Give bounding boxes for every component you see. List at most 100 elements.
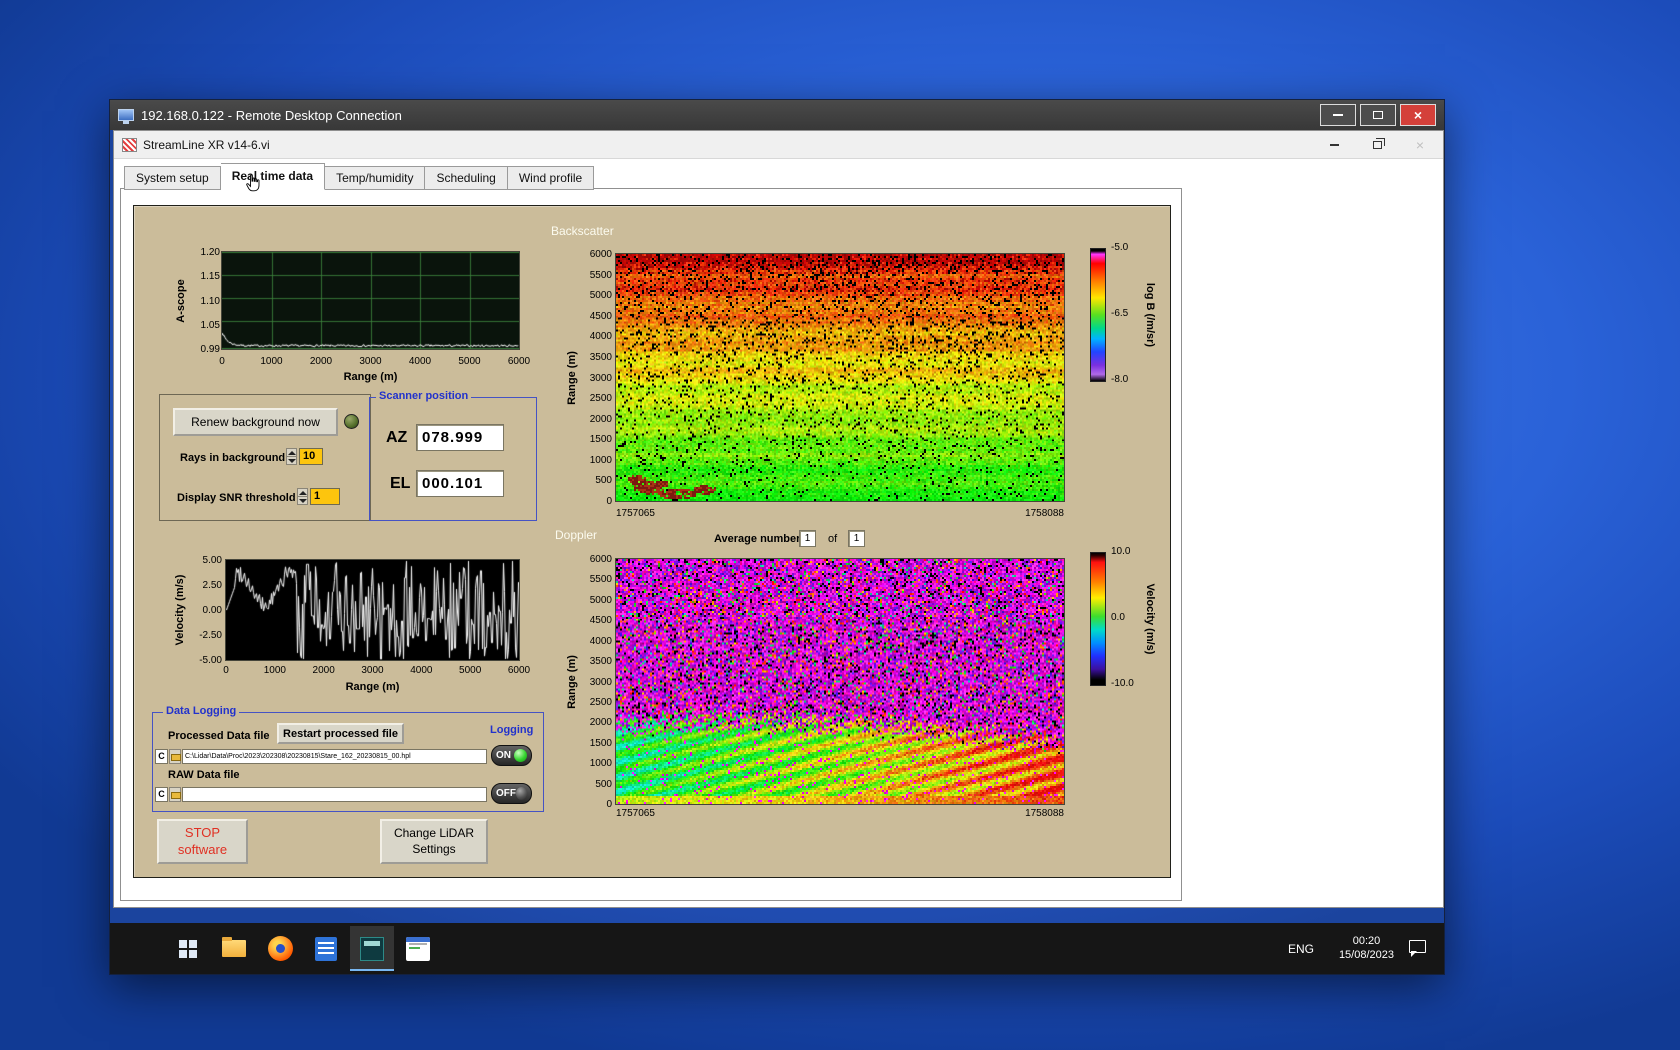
processed-logging-toggle[interactable]: ON — [491, 745, 532, 766]
stop-software-button[interactable]: STOP software — [157, 819, 248, 864]
tick-label: 5500 — [590, 574, 612, 585]
tick-label: 2.50 — [203, 580, 222, 591]
taskbar-file-explorer[interactable] — [212, 926, 256, 971]
colorbar-tick: -8.0 — [1111, 374, 1128, 385]
backscatter-heatmap — [616, 254, 1064, 501]
raw-browse-icon[interactable] — [169, 787, 181, 802]
ascope-x-axis-label: Range (m) — [222, 371, 519, 383]
taskbar-scan-scheduler[interactable] — [396, 926, 440, 971]
notes-app-icon — [315, 937, 337, 961]
toggle-off-label: OFF — [496, 788, 516, 799]
processed-browse-icon[interactable] — [169, 749, 181, 764]
tick-label: 5500 — [590, 270, 612, 281]
vi-icon — [122, 138, 137, 152]
tick-label: 6000 — [590, 249, 612, 260]
tick-label: 1000 — [260, 356, 282, 367]
processed-drive-selector[interactable]: C — [155, 749, 168, 764]
tab-real-time-data[interactable]: Real time data — [221, 163, 325, 190]
app-titlebar: StreamLine XR v14-6.vi × — [114, 131, 1443, 159]
snr-threshold-field[interactable]: 1 — [310, 488, 340, 505]
app-restore-button[interactable] — [1362, 135, 1392, 155]
operate-tool-cursor-icon — [246, 174, 261, 193]
processed-data-file-path[interactable]: C:\Lidar\Data\Proc\2023\202308\20230815\… — [182, 749, 487, 764]
rays-in-background-field[interactable]: 10 — [299, 448, 323, 465]
backscatter-x-end: 1758088 — [964, 508, 1064, 519]
start-button[interactable] — [166, 926, 210, 971]
tab-system-setup[interactable]: System setup — [124, 166, 221, 190]
of-label: of — [828, 533, 837, 545]
tab-scheduling[interactable]: Scheduling — [425, 166, 507, 190]
background-led-indicator — [344, 414, 359, 429]
velocity-x-axis-label: Range (m) — [226, 681, 519, 693]
firefox-icon — [268, 936, 293, 961]
colorbar-tick: -5.0 — [1111, 242, 1128, 253]
scanner-position-title: Scanner position — [376, 390, 471, 402]
tick-label: 0 — [606, 799, 612, 810]
taskbar-streamline-app[interactable] — [350, 926, 394, 971]
doppler-title: Doppler — [555, 528, 597, 542]
tick-label: 5.00 — [203, 555, 222, 566]
clock-date: 15/08/2023 — [1339, 949, 1394, 963]
minimize-icon — [1333, 114, 1343, 116]
logging-label: Logging — [487, 724, 536, 736]
app-close-button[interactable]: × — [1405, 135, 1435, 155]
raw-data-file-path[interactable] — [182, 787, 487, 802]
tick-label: 3500 — [590, 352, 612, 363]
tick-label: 1.05 — [201, 320, 220, 331]
tick-label: 3000 — [590, 373, 612, 384]
backscatter-title: Backscatter — [551, 224, 614, 238]
tick-label: 2500 — [590, 393, 612, 404]
toggle-on-label: ON — [496, 750, 511, 761]
logging-off-led — [516, 787, 527, 800]
tick-label: 1.15 — [201, 271, 220, 282]
app-minimize-button[interactable] — [1319, 135, 1349, 155]
tick-label: 500 — [595, 475, 612, 486]
taskbar-clock[interactable]: 00:20 15/08/2023 — [1339, 923, 1394, 974]
tick-label: 5000 — [590, 595, 612, 606]
change-lidar-settings-button[interactable]: Change LiDAR Settings — [380, 819, 488, 864]
ascope-plot — [222, 252, 519, 349]
action-center-icon[interactable] — [1409, 940, 1426, 953]
stop-button-line1: STOP — [185, 825, 220, 842]
taskbar-notes-app[interactable] — [304, 926, 348, 971]
renew-background-button[interactable]: Renew background now — [173, 408, 338, 436]
doppler-y-axis-label: Range (m) — [566, 655, 578, 709]
el-field[interactable]: 000.101 — [416, 470, 504, 497]
tick-label: 0 — [219, 356, 225, 367]
maximize-button[interactable] — [1360, 104, 1396, 126]
raw-drive-selector[interactable]: C — [155, 787, 168, 802]
tab-wind-profile[interactable]: Wind profile — [508, 166, 594, 190]
velocity-x-ticks: 0100020003000400050006000 — [226, 665, 519, 677]
tab-temp-humidity[interactable]: Temp/humidity — [325, 166, 425, 190]
tab-page: Backscatter A-scope 1.201.151.101.050.99… — [120, 188, 1182, 901]
tick-label: 4000 — [410, 665, 432, 676]
rays-spinner[interactable] — [286, 448, 297, 465]
change-button-line2: Settings — [412, 842, 455, 858]
app-window: StreamLine XR v14-6.vi × System setup Re… — [113, 130, 1444, 908]
language-indicator[interactable]: ENG — [1288, 923, 1314, 974]
close-button[interactable]: × — [1400, 104, 1436, 126]
minimize-button[interactable] — [1320, 104, 1356, 126]
raw-logging-toggle[interactable]: OFF — [491, 783, 532, 804]
streamline-app-icon — [360, 937, 384, 961]
backscatter-x-start: 1757065 — [616, 508, 655, 519]
backscatter-colorbar — [1090, 248, 1106, 382]
tick-label: 1.10 — [201, 296, 220, 307]
average-number-field[interactable]: 1 — [799, 530, 816, 547]
app-window-controls: × — [1319, 135, 1435, 155]
ascope-x-ticks: 0100020003000400050006000 — [222, 356, 519, 368]
front-panel: Backscatter A-scope 1.201.151.101.050.99… — [133, 205, 1171, 878]
az-field[interactable]: 078.999 — [416, 424, 504, 451]
snr-spinner[interactable] — [297, 488, 308, 505]
tick-label: 4500 — [590, 311, 612, 322]
tick-label: 2000 — [590, 717, 612, 728]
tick-label: 500 — [595, 779, 612, 790]
ascope-y-ticks: 1.201.151.101.050.99 — [186, 252, 220, 349]
velocity-y-axis-label: Velocity (m/s) — [174, 575, 186, 646]
rdp-window: 192.168.0.122 - Remote Desktop Connectio… — [109, 99, 1445, 975]
taskbar-firefox[interactable] — [258, 926, 302, 971]
restart-processed-file-button[interactable]: Restart processed file — [277, 723, 404, 744]
average-total-field[interactable]: 1 — [848, 530, 865, 547]
el-label: EL — [390, 475, 410, 493]
doppler-colorbar-label: Velocity (m/s) — [1144, 584, 1156, 655]
